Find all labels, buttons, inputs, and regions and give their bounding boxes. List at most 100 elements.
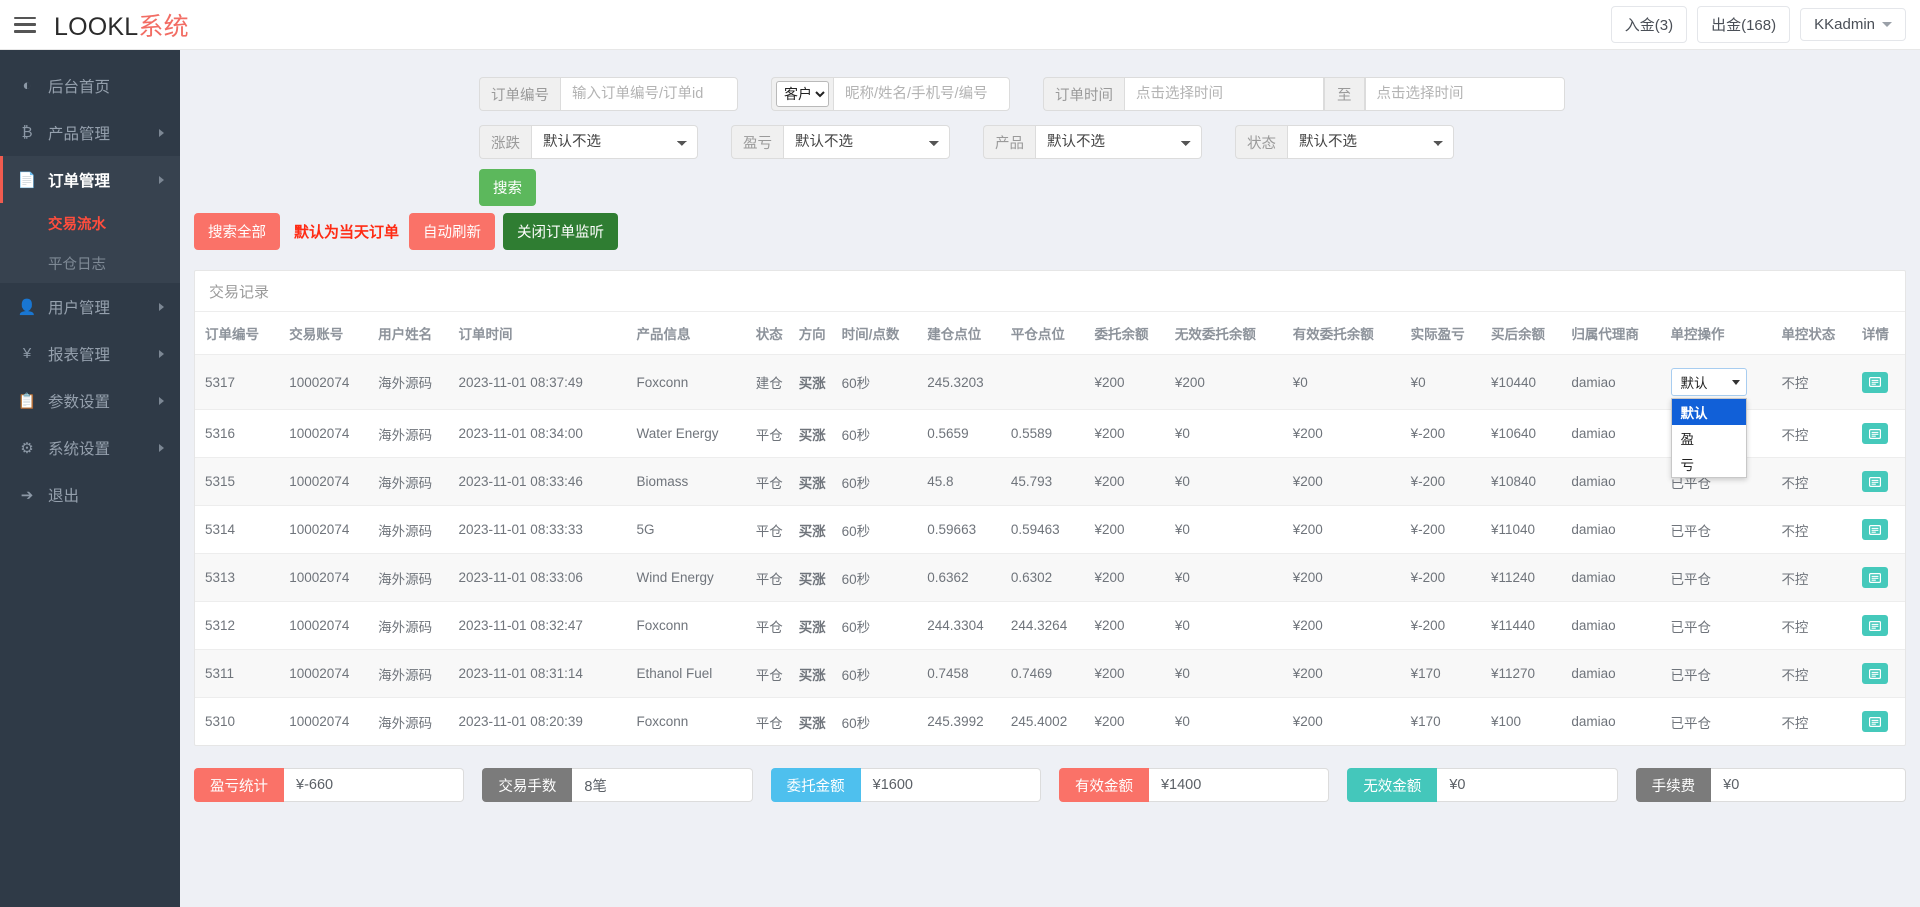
control-dropdown-option[interactable]: 盈 bbox=[1672, 425, 1746, 451]
summary-value: ¥1600 bbox=[861, 768, 1041, 802]
cell-open-point: 0.5659 bbox=[927, 410, 1011, 458]
profit-loss-select[interactable]: 默认不选 bbox=[783, 125, 950, 159]
status-select[interactable]: 默认不选 bbox=[1287, 125, 1454, 159]
cell-control-action: 已平仓 bbox=[1671, 698, 1782, 746]
cell-direction: 买涨 bbox=[799, 698, 842, 746]
product-filter: 产品 默认不选 bbox=[983, 125, 1202, 159]
cell-status: 平仓 bbox=[756, 650, 799, 698]
order-no-input[interactable] bbox=[560, 77, 738, 111]
col-direction: 方向 bbox=[799, 312, 842, 355]
cell-actual-pl: ¥170 bbox=[1411, 698, 1491, 746]
sidebar-group-user: 👤 用户管理 bbox=[0, 283, 180, 330]
detail-button[interactable] bbox=[1862, 711, 1888, 732]
cell-control-action: 默认默认盈亏 bbox=[1671, 355, 1782, 410]
detail-button[interactable] bbox=[1862, 615, 1888, 636]
deposit-button[interactable]: 入金(3) bbox=[1611, 6, 1687, 43]
sidebar-item-home[interactable]: ◐ 后台首页 bbox=[0, 62, 180, 109]
customer-search-input[interactable] bbox=[833, 77, 1010, 111]
col-agent: 归属代理商 bbox=[1571, 312, 1670, 355]
order-time-start-input[interactable] bbox=[1124, 77, 1324, 111]
withdraw-button[interactable]: 出金(168) bbox=[1697, 6, 1790, 43]
sidebar-item-system[interactable]: ⚙ 系统设置 bbox=[0, 424, 180, 471]
sidebar-item-transaction-flow[interactable]: 交易流水 bbox=[0, 203, 180, 243]
cell-status: 平仓 bbox=[756, 410, 799, 458]
sidebar-item-close-log[interactable]: 平仓日志 bbox=[0, 243, 180, 283]
file-red-icon: 📄 bbox=[16, 171, 38, 189]
search-button[interactable]: 搜索 bbox=[479, 169, 536, 206]
summary-label: 无效金额 bbox=[1347, 768, 1437, 802]
cell-order-no: 5311 bbox=[195, 650, 289, 698]
detail-button[interactable] bbox=[1862, 372, 1888, 393]
yen-icon: ¥ bbox=[16, 345, 38, 362]
sidebar-group-home: ◐ 后台首页 bbox=[0, 62, 180, 109]
cell-actual-pl: ¥-200 bbox=[1411, 602, 1491, 650]
detail-button[interactable] bbox=[1862, 567, 1888, 588]
cell-product: Foxconn bbox=[636, 355, 755, 410]
status-label: 状态 bbox=[1235, 125, 1287, 159]
detail-button[interactable] bbox=[1862, 423, 1888, 444]
cell-control-state: 不控 bbox=[1781, 698, 1861, 746]
top-bar: LOOKL系统 入金(3) 出金(168) KKadmin bbox=[0, 0, 1920, 50]
cell-entrust: ¥200 bbox=[1095, 410, 1175, 458]
cell-order-no: 5312 bbox=[195, 602, 289, 650]
cell-actual-pl: ¥0 bbox=[1411, 355, 1491, 410]
cell-agent: damiao bbox=[1571, 698, 1670, 746]
cell-order-no: 5313 bbox=[195, 554, 289, 602]
order-time-end-input[interactable] bbox=[1365, 77, 1565, 111]
sidebar-item-params[interactable]: 📋 参数设置 bbox=[0, 377, 180, 424]
cell-user: 海外源码 bbox=[378, 410, 458, 458]
logout-icon: ➔ bbox=[16, 486, 38, 504]
cell-order-no: 5315 bbox=[195, 458, 289, 506]
cell-balance-after: ¥100 bbox=[1491, 698, 1571, 746]
cell-detail bbox=[1862, 410, 1905, 458]
auto-refresh-button[interactable]: 自动刷新 bbox=[409, 213, 495, 250]
detail-button[interactable] bbox=[1862, 471, 1888, 492]
cell-direction: 买涨 bbox=[799, 506, 842, 554]
cell-agent: damiao bbox=[1571, 506, 1670, 554]
cell-user: 海外源码 bbox=[378, 355, 458, 410]
hamburger-icon[interactable] bbox=[14, 17, 36, 33]
rise-fall-select[interactable]: 默认不选 bbox=[531, 125, 698, 159]
summary-value: 8笔 bbox=[572, 768, 752, 802]
product-select[interactable]: 默认不选 bbox=[1035, 125, 1202, 159]
user-icon: 👤 bbox=[16, 298, 38, 316]
cell-agent: damiao bbox=[1571, 650, 1670, 698]
cell-control-state: 不控 bbox=[1781, 554, 1861, 602]
cell-open-point: 0.59663 bbox=[927, 506, 1011, 554]
cell-invalid-entrust: ¥0 bbox=[1175, 410, 1293, 458]
cell-entrust: ¥200 bbox=[1095, 650, 1175, 698]
cell-account: 10002074 bbox=[289, 602, 378, 650]
col-open-point: 建仓点位 bbox=[927, 312, 1011, 355]
cell-open-point: 0.7458 bbox=[927, 650, 1011, 698]
sidebar-item-product[interactable]: ₿ 产品管理 bbox=[0, 109, 180, 156]
sidebar-item-logout[interactable]: ➔ 退出 bbox=[0, 471, 180, 518]
cell-balance-after: ¥11270 bbox=[1491, 650, 1571, 698]
search-all-button[interactable]: 搜索全部 bbox=[194, 213, 280, 250]
cell-close-point: 244.3264 bbox=[1011, 602, 1095, 650]
summary-item: 盈亏统计¥-660 bbox=[194, 768, 464, 802]
sidebar-item-order[interactable]: 📄 订单管理 bbox=[0, 156, 180, 203]
cell-close-point bbox=[1011, 355, 1095, 410]
copy-icon: 📋 bbox=[16, 392, 38, 410]
control-dropdown-option[interactable]: 亏 bbox=[1672, 451, 1746, 477]
sidebar-item-user[interactable]: 👤 用户管理 bbox=[0, 283, 180, 330]
close-order-monitor-button[interactable]: 关闭订单监听 bbox=[503, 213, 618, 250]
control-dropdown[interactable]: 默认默认盈亏 bbox=[1671, 368, 1747, 396]
customer-type-select[interactable]: 客户 bbox=[776, 81, 829, 107]
control-dropdown-toggle[interactable]: 默认 bbox=[1671, 368, 1747, 396]
detail-button[interactable] bbox=[1862, 663, 1888, 684]
detail-button[interactable] bbox=[1862, 519, 1888, 540]
sidebar-item-label: 订单管理 bbox=[48, 169, 110, 191]
chevron-right-icon bbox=[159, 397, 164, 405]
sidebar-item-label: 报表管理 bbox=[48, 343, 110, 365]
control-dropdown-option[interactable]: 默认 bbox=[1672, 399, 1746, 425]
sidebar-item-label: 退出 bbox=[48, 484, 79, 506]
cell-duration: 60秒 bbox=[842, 602, 928, 650]
summary-item: 委托金额¥1600 bbox=[771, 768, 1041, 802]
customer-filter: 客户 bbox=[771, 77, 1010, 111]
user-menu-button[interactable]: KKadmin bbox=[1800, 8, 1906, 41]
profit-loss-label: 盈亏 bbox=[731, 125, 783, 159]
cell-balance-after: ¥10640 bbox=[1491, 410, 1571, 458]
table-row: 531710002074海外源码2023-11-01 08:37:49Foxco… bbox=[195, 355, 1905, 410]
sidebar-item-report[interactable]: ¥ 报表管理 bbox=[0, 330, 180, 377]
